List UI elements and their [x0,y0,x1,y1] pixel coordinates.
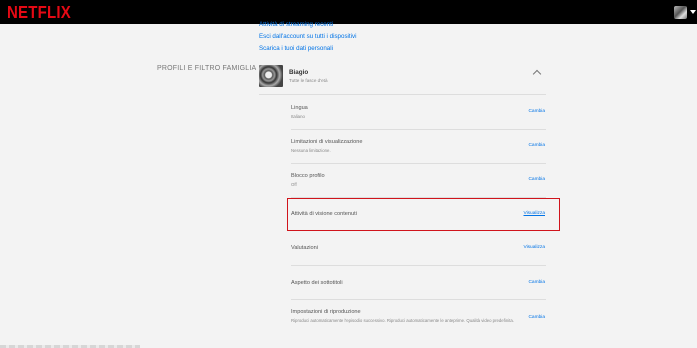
download-personal-data-link[interactable]: Scarica i tuoi dati personali [259,45,333,52]
profile-maturity-rating: Tutte le fasce d'età [289,78,328,83]
change-viewing-restrictions-link[interactable]: Cambia [528,143,545,148]
change-playback-link[interactable]: Cambia [528,315,545,320]
setting-row-language: Lingua Italiano Cambia [286,96,546,130]
setting-value: Riproduci automaticamente l'episodio suc… [291,318,514,323]
change-profile-lock-link[interactable]: Cambia [528,177,545,182]
setting-title: Impostazioni di riproduzione [291,309,361,315]
chevron-up-icon[interactable] [532,69,542,79]
setting-value: Italiano [291,114,305,119]
setting-title: Lingua [291,105,308,111]
account-avatar-icon[interactable] [674,6,687,19]
setting-value: Nessuna limitazione. [291,148,331,153]
setting-title: Valutazioni [291,245,318,251]
setting-title: Aspetto dei sottotitoli [291,280,343,286]
setting-row-profile-lock: Blocco profilo Off Cambia [286,164,546,198]
setting-value: Off [291,182,297,187]
change-language-link[interactable]: Cambia [528,109,545,114]
sign-out-all-devices-link[interactable]: Esci dall'account su tutti i dispositivi [259,33,356,40]
change-subtitle-appearance-link[interactable]: Cambia [528,280,545,285]
top-navigation-bar: NETFLIX [0,0,697,24]
setting-title: Blocco profilo [291,173,325,179]
setting-row-ratings: Valutazioni Visualizza [286,232,546,266]
netflix-logo[interactable]: NETFLIX [7,3,71,23]
profile-divider [259,94,546,95]
setting-row-viewing-restrictions: Limitazioni di visualizzazione Nessuna l… [286,130,546,164]
setting-title: Limitazioni di visualizzazione [291,139,363,145]
profile-avatar [259,65,283,87]
profile-name: Biagio [289,69,309,76]
setting-row-playback: Impostazioni di riproduzione Riproduci a… [286,300,546,340]
caret-down-icon[interactable] [690,10,696,14]
view-ratings-link[interactable]: Visualizza [523,245,545,250]
recent-streaming-activity-link[interactable]: Attività di streaming recenti [259,21,333,28]
highlight-box [287,198,560,231]
section-title: PROFILI E FILTRO FAMIGLIA [157,65,257,72]
setting-row-subtitle-appearance: Aspetto dei sottotitoli Cambia [286,266,546,300]
